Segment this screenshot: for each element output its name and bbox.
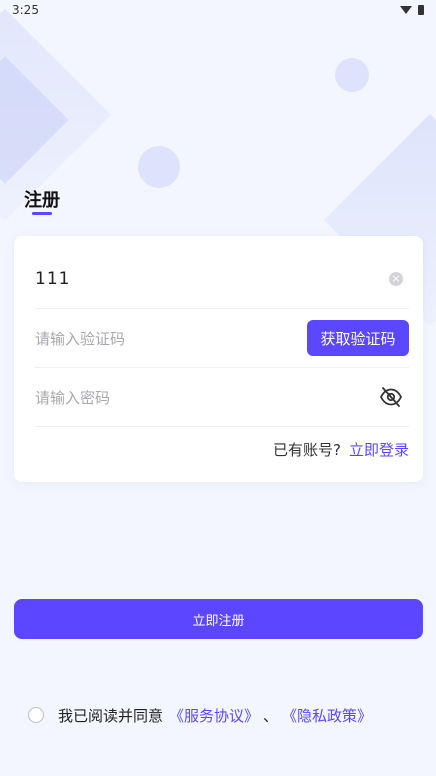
get-code-button[interactable]: 获取验证码	[307, 320, 409, 356]
register-form-card: × 获取验证码 已有账号? 立即登录	[14, 236, 423, 482]
status-icons	[400, 5, 424, 15]
background-decoration	[0, 56, 69, 184]
battery-icon	[418, 5, 424, 15]
password-row	[35, 368, 409, 427]
agreement-text: 我已阅读并同意	[58, 706, 164, 725]
background-decoration	[138, 146, 180, 188]
page-title: 注册	[24, 190, 60, 211]
have-account-text: 已有账号?	[273, 441, 341, 459]
login-link[interactable]: 立即登录	[349, 441, 409, 459]
clear-icon[interactable]: ×	[389, 272, 403, 286]
background-decoration	[335, 58, 369, 92]
status-bar: 3:25	[0, 0, 436, 20]
title-underline	[32, 212, 52, 215]
agree-checkbox[interactable]	[28, 707, 44, 723]
service-agreement-link[interactable]: 《服务协议》	[169, 705, 259, 726]
wifi-icon	[400, 6, 412, 14]
register-button[interactable]: 立即注册	[14, 599, 423, 639]
login-prompt: 已有账号? 立即登录	[273, 439, 409, 460]
eye-off-icon[interactable]	[379, 386, 403, 408]
phone-row: ×	[35, 250, 409, 309]
privacy-policy-link[interactable]: 《隐私政策》	[282, 705, 372, 726]
code-row: 获取验证码	[35, 309, 409, 368]
phone-input[interactable]	[35, 250, 285, 308]
password-input[interactable]	[35, 368, 285, 426]
verification-code-input[interactable]	[35, 309, 285, 367]
agreement-row: 我已阅读并同意 《服务协议》 、 《隐私政策》	[28, 704, 372, 726]
agreement-separator: 、	[263, 706, 279, 725]
status-time: 3:25	[12, 3, 39, 17]
